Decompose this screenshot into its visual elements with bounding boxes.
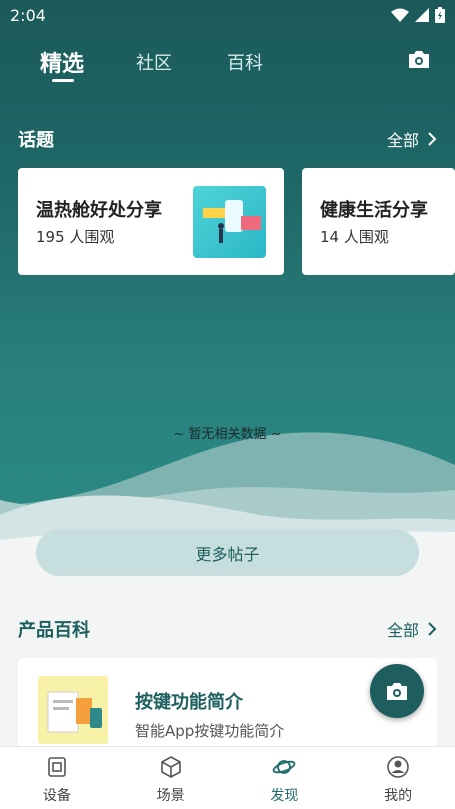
nav-label: 场景: [156, 788, 185, 804]
status-bar: 2:04: [0, 0, 455, 30]
nav-label: 我的: [384, 788, 413, 804]
products-header: 产品百科 全部: [18, 616, 437, 642]
product-desc: 智能App按键功能简介: [135, 722, 285, 740]
products-more-label: 全部: [386, 621, 419, 640]
scene-icon: [160, 756, 181, 778]
camera-icon: [387, 683, 407, 700]
product-item[interactable]: 按键功能简介 智能App按键功能简介: [18, 658, 437, 758]
nav-item-scene[interactable]: 场景: [114, 747, 228, 809]
signal-icon: [415, 8, 429, 22]
status-time: 2:04: [10, 5, 46, 25]
top-tabs: 精选 社区 百科: [0, 32, 455, 88]
topic-thumbnail: [193, 185, 266, 258]
nav-item-profile[interactable]: 我的: [341, 747, 455, 809]
more-posts-button[interactable]: 更多帖子: [36, 529, 419, 576]
product-name: 按键功能简介: [135, 692, 243, 713]
nav-label: 设备: [42, 788, 71, 804]
products-more-link[interactable]: 全部: [387, 617, 437, 641]
topics-more-label: 全部: [386, 131, 419, 150]
nav-item-discover[interactable]: 发现: [228, 747, 342, 809]
battery-icon: [435, 7, 445, 23]
profile-icon: [387, 756, 409, 778]
tab-community[interactable]: 社区: [136, 49, 172, 75]
discover-icon: [273, 760, 296, 774]
product-thumbnail: [38, 676, 108, 744]
device-icon: [48, 757, 66, 777]
nav-label: 发现: [270, 788, 299, 804]
topic-views: 195 人围观: [36, 228, 115, 246]
chevron-right-icon: [428, 622, 437, 636]
topics-more-link[interactable]: 全部: [387, 127, 437, 151]
topic-views: 14 人围观: [320, 228, 389, 246]
topic-card[interactable]: 健康生活分享 14 人围观: [302, 168, 455, 275]
topics-title: 话题: [18, 130, 54, 151]
topic-name: 健康生活分享: [320, 200, 428, 221]
topics-header: 话题 全部: [18, 126, 437, 152]
tab-featured[interactable]: 精选: [40, 46, 84, 78]
camera-fab-button[interactable]: [370, 664, 424, 718]
products-title: 产品百科: [18, 620, 90, 641]
chevron-right-icon: [428, 132, 437, 146]
tab-encyclopedia[interactable]: 百科: [227, 49, 263, 75]
tab-indicator: [52, 79, 74, 82]
empty-state-text: ~ 暂无相关数据 ~: [173, 427, 282, 442]
camera-icon[interactable]: [407, 48, 431, 70]
nav-item-device[interactable]: 设备: [0, 747, 114, 809]
wifi-icon: [391, 8, 409, 22]
topic-name: 温热舱好处分享: [36, 200, 162, 221]
bottom-nav: 设备 场景 发现 我的: [0, 746, 455, 809]
topic-card[interactable]: 温热舱好处分享 195 人围观: [18, 168, 284, 275]
